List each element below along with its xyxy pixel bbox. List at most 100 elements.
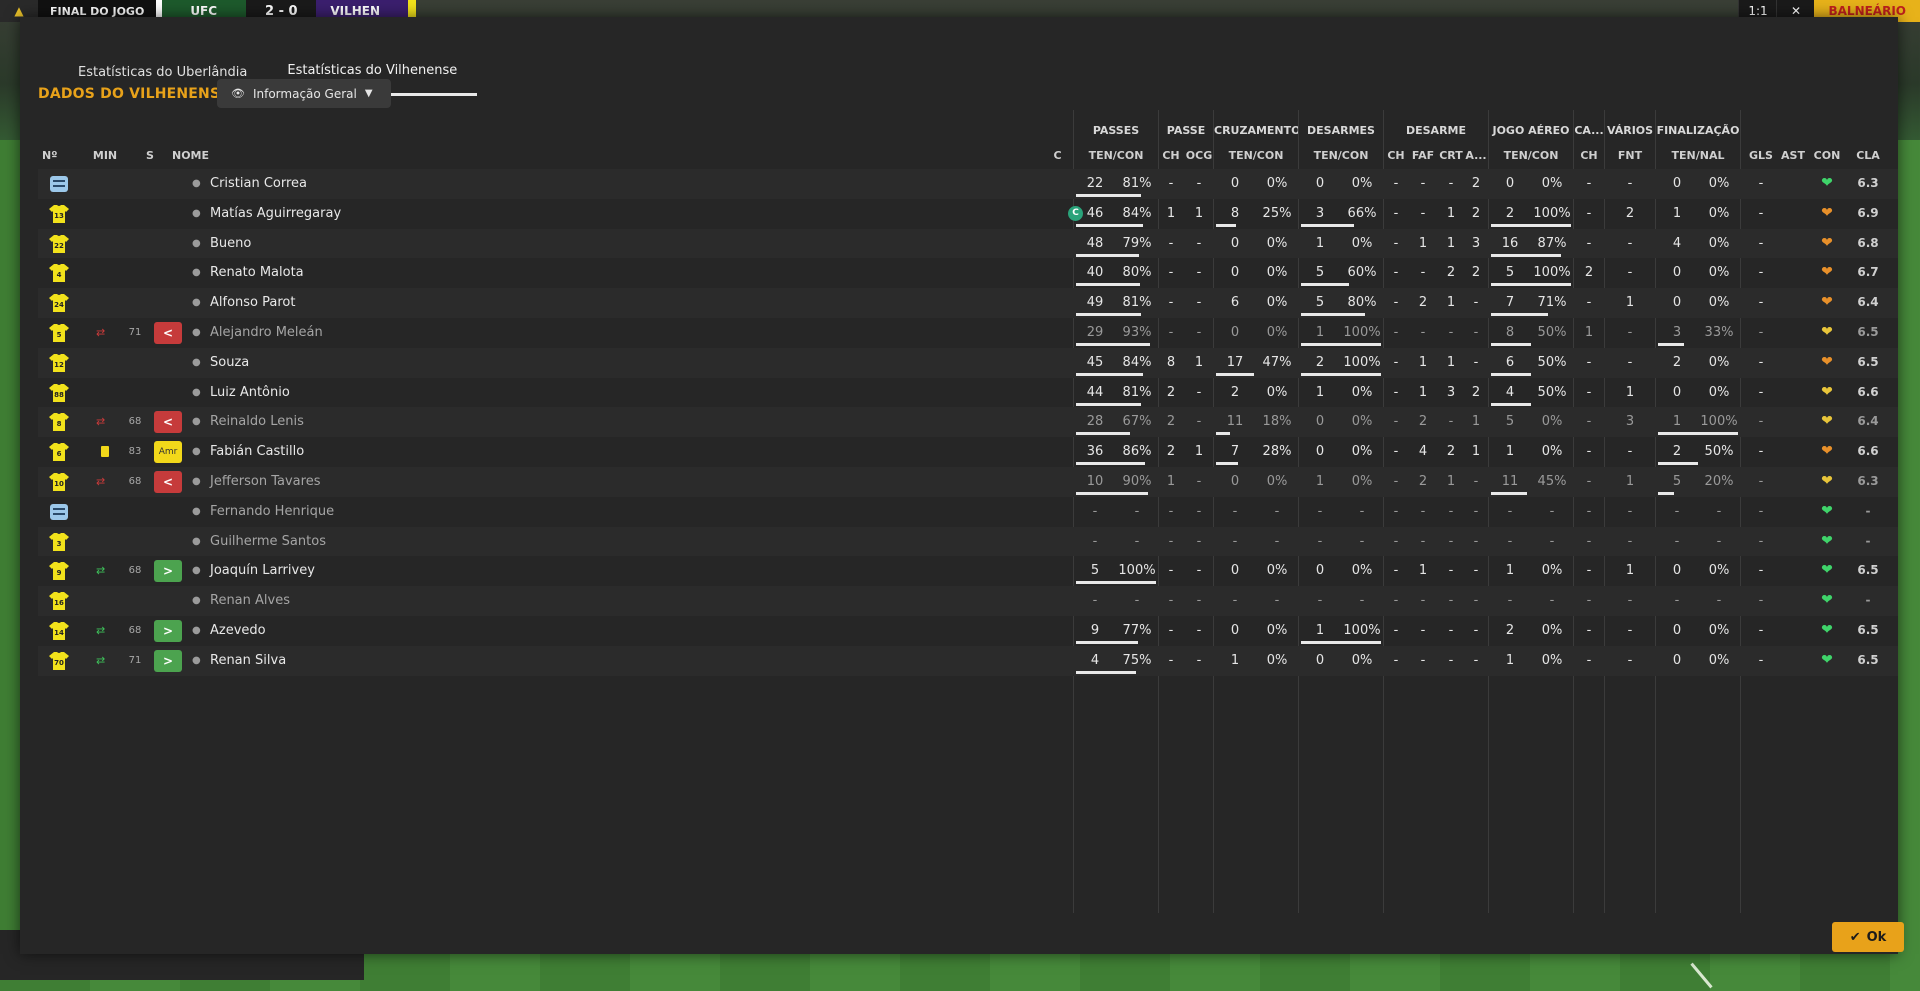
passes-bar [1076, 670, 1136, 674]
finalizacao-completion: - [1716, 593, 1722, 609]
finalizacao-completion: - [1716, 533, 1722, 549]
column-header-fin-tn[interactable]: TEN/NAL [1656, 148, 1740, 164]
column-header-s[interactable]: S [144, 148, 156, 164]
table-row[interactable]: 14 ⇄ 68 > ● Azevedo 9 77% - -0 0% 1 100% - - - -2 0% - -0 0%… [38, 616, 1898, 646]
column-header-nome[interactable]: NOME [172, 148, 222, 164]
column-header-min[interactable]: MIN [90, 148, 120, 164]
sub-out-badge[interactable]: < [154, 321, 182, 344]
column-header-aereo-tc[interactable]: TEN/CON [1489, 148, 1573, 164]
player-name[interactable]: Renato Malota [210, 258, 910, 288]
table-row[interactable]: ● Cristian Correa 22 81% - -0 0% 0 0% - - -2 0 0% - -0 0… [38, 169, 1898, 199]
varios-fnt: - [1627, 235, 1633, 251]
svg-text:88: 88 [54, 391, 64, 399]
player-name[interactable]: Reinaldo Lenis [210, 407, 910, 437]
player-profile-icon: ● [192, 416, 201, 428]
shirt-number-icon: 70 [48, 650, 70, 672]
column-header-passe-ocg[interactable]: OCG [1185, 148, 1213, 164]
cruzamentos-completion: 0% [1266, 563, 1288, 579]
sub-in-badge[interactable]: > [154, 560, 182, 583]
player-name[interactable]: Fabián Castillo [210, 437, 910, 467]
table-row[interactable]: 3 ● Guilherme Santos - - - - - - - - - - - - - - - - - - - ❤ - [38, 526, 1898, 557]
column-header-var-fnt[interactable]: FNT [1605, 148, 1655, 164]
column-header-passe-ch[interactable]: CH [1159, 148, 1183, 164]
column-header-c[interactable]: C [1050, 148, 1065, 164]
sub-in-badge[interactable]: > [154, 619, 182, 642]
passes-bar [1076, 581, 1156, 585]
sub-out-badge[interactable]: < [154, 411, 182, 434]
player-name[interactable]: Cristian Correa [210, 169, 910, 199]
jogo-aereo-attempts: - [1507, 533, 1513, 549]
table-row[interactable]: 4 ● Renato Malota 40 80% - -0 0% 5 60% - -2 2 5 100% 2-… [38, 258, 1898, 288]
table-row[interactable]: 70 ⇄ 71 > ● Renan Silva 4 75% - -1 0% 0 0% - - - -1 0% - -0… [38, 645, 1898, 676]
player-name[interactable]: Fernando Henrique [210, 497, 910, 527]
desarme-a: - [1473, 622, 1479, 638]
desarmes-attempts: 0 [1315, 563, 1325, 579]
cruzamentos-completion: 0% [1266, 384, 1288, 400]
table-row[interactable]: 22 ● Bueno 48 79% - -0 0% 1 0% -1 1 3 16 87% - -4 0% - ❤ 6.8 [38, 228, 1898, 259]
table-row[interactable]: 9 ⇄ 68 > ● Joaquín Larrivey 5 100% - -0 0% 0 0% -1- -1… [38, 556, 1898, 586]
desarmes-completion: - [1359, 593, 1365, 609]
player-name[interactable]: Azevedo [210, 616, 910, 646]
table-row[interactable]: 6 83 Amr ● Fabián Castillo 36 86% 2 1 7 28% 0 0% -4 2 1… [38, 437, 1898, 467]
player-name[interactable]: Jefferson Tavares [210, 467, 910, 497]
player-name[interactable]: Renan Silva [210, 646, 910, 676]
shirt-number-icon: 22 [48, 233, 70, 255]
column-header-des-faf[interactable]: FAF [1410, 148, 1436, 164]
player-name[interactable]: Matías Aguirregaray [210, 199, 910, 229]
desarmes-completion: 0% [1351, 444, 1373, 460]
player-name[interactable]: Guilherme Santos [210, 527, 910, 557]
desarme-ch: - [1393, 563, 1399, 579]
column-header-con[interactable]: CON [1812, 148, 1842, 164]
column-header-des-ch[interactable]: CH [1384, 148, 1408, 164]
column-header-des-a[interactable]: A... [1465, 148, 1487, 164]
rating-value: 6.6 [1857, 384, 1879, 399]
table-row[interactable]: 13 ● Matías Aguirregaray C 46 84% 1 1 8 25% 3 66% - -… [38, 199, 1898, 229]
condition-heart-icon: ❤ [1821, 175, 1833, 191]
sub-in-badge[interactable]: > [154, 649, 182, 672]
table-row[interactable]: 5 ⇄ 71 < ● Alejandro Meleán 29 93% - -0 0% 1 100% - - -… [38, 318, 1898, 348]
view-dropdown-label: Informação Geral [252, 86, 357, 101]
gls-value: - [1758, 235, 1764, 251]
column-header-cruz-tc[interactable]: TEN/CON [1214, 148, 1298, 164]
table-row[interactable]: 12 ● Souza 45 84% 8 1 17 47% 2 100% -1 1-6 50% - -2 0% - ❤… [38, 347, 1898, 378]
player-name[interactable]: Alfonso Parot [210, 288, 910, 318]
finalizacao-attempts: 0 [1672, 295, 1682, 311]
group-header-cruzamentos: CRUZAMENTOS [1214, 124, 1298, 137]
yellow-card-badge[interactable]: Amr [154, 441, 182, 464]
gls-value: - [1758, 176, 1764, 191]
player-name[interactable]: Alejandro Meleán [210, 318, 910, 348]
desarmes-completion: 0% [1351, 176, 1373, 191]
table-row[interactable]: 88 ● Luiz Antônio 44 81% 2-2 0% 1 0% -1 3 2 4 50% -1 0 0… [38, 378, 1898, 408]
column-header-ast[interactable]: AST [1778, 148, 1808, 164]
player-name[interactable]: Bueno [210, 229, 910, 259]
desarme-faf: - [1420, 205, 1426, 221]
finalizacao-completion: 0% [1708, 652, 1730, 668]
cruzamentos-completion: 28% [1262, 444, 1292, 460]
table-row[interactable]: 24 ● Alfonso Parot 49 81% - -6 0% 5 80% -2 1-7 71% -1… [38, 288, 1898, 318]
column-header-passes-tc[interactable]: TEN/CON [1074, 148, 1158, 164]
player-profile-icon: ● [192, 595, 201, 607]
column-header-gls[interactable]: GLS [1746, 148, 1776, 164]
player-profile-icon: ● [192, 386, 201, 398]
svg-text:16: 16 [54, 599, 64, 607]
player-name[interactable]: Souza [210, 348, 910, 378]
ca-ch: - [1586, 533, 1592, 549]
cruzamentos-bar [1216, 372, 1254, 376]
table-row[interactable]: 10 ⇄ 68 < ● Jefferson Tavares 10 90% 1-0 0% 1 0% -2 1… [38, 466, 1898, 497]
sub-out-badge[interactable]: < [154, 470, 182, 493]
column-header-cla[interactable]: CLA [1850, 148, 1886, 164]
desarme-faf: 1 [1418, 354, 1428, 370]
stats-modal: Estatísticas do Uberlândia Estatísticas … [20, 17, 1904, 954]
ok-button[interactable]: ✔ Ok [1832, 922, 1904, 952]
column-header-ca-ch[interactable]: CH [1574, 148, 1604, 164]
player-name[interactable]: Renan Alves [210, 586, 910, 616]
column-header-n[interactable]: Nº [42, 148, 62, 164]
column-header-desarmes-tc[interactable]: TEN/CON [1299, 148, 1383, 164]
table-row[interactable]: ● Fernando Henrique - - - - - - - - - - - - - - - - - - - ❤ - [38, 497, 1898, 527]
view-dropdown[interactable]: 👁 Informação Geral ▼ [217, 79, 391, 108]
player-name[interactable]: Joaquín Larrivey [210, 556, 910, 586]
table-row[interactable]: 16 ● Renan Alves - - - - - - - - - - - - - - - - - - - ❤ - [38, 586, 1898, 616]
player-name[interactable]: Luiz Antônio [210, 378, 910, 408]
table-row[interactable]: 8 ⇄ 68 < ● Reinaldo Lenis 28 67% 2-11 18% 0 0% -2-1 5… [38, 407, 1898, 438]
column-header-des-crt[interactable]: CRT [1438, 148, 1464, 164]
